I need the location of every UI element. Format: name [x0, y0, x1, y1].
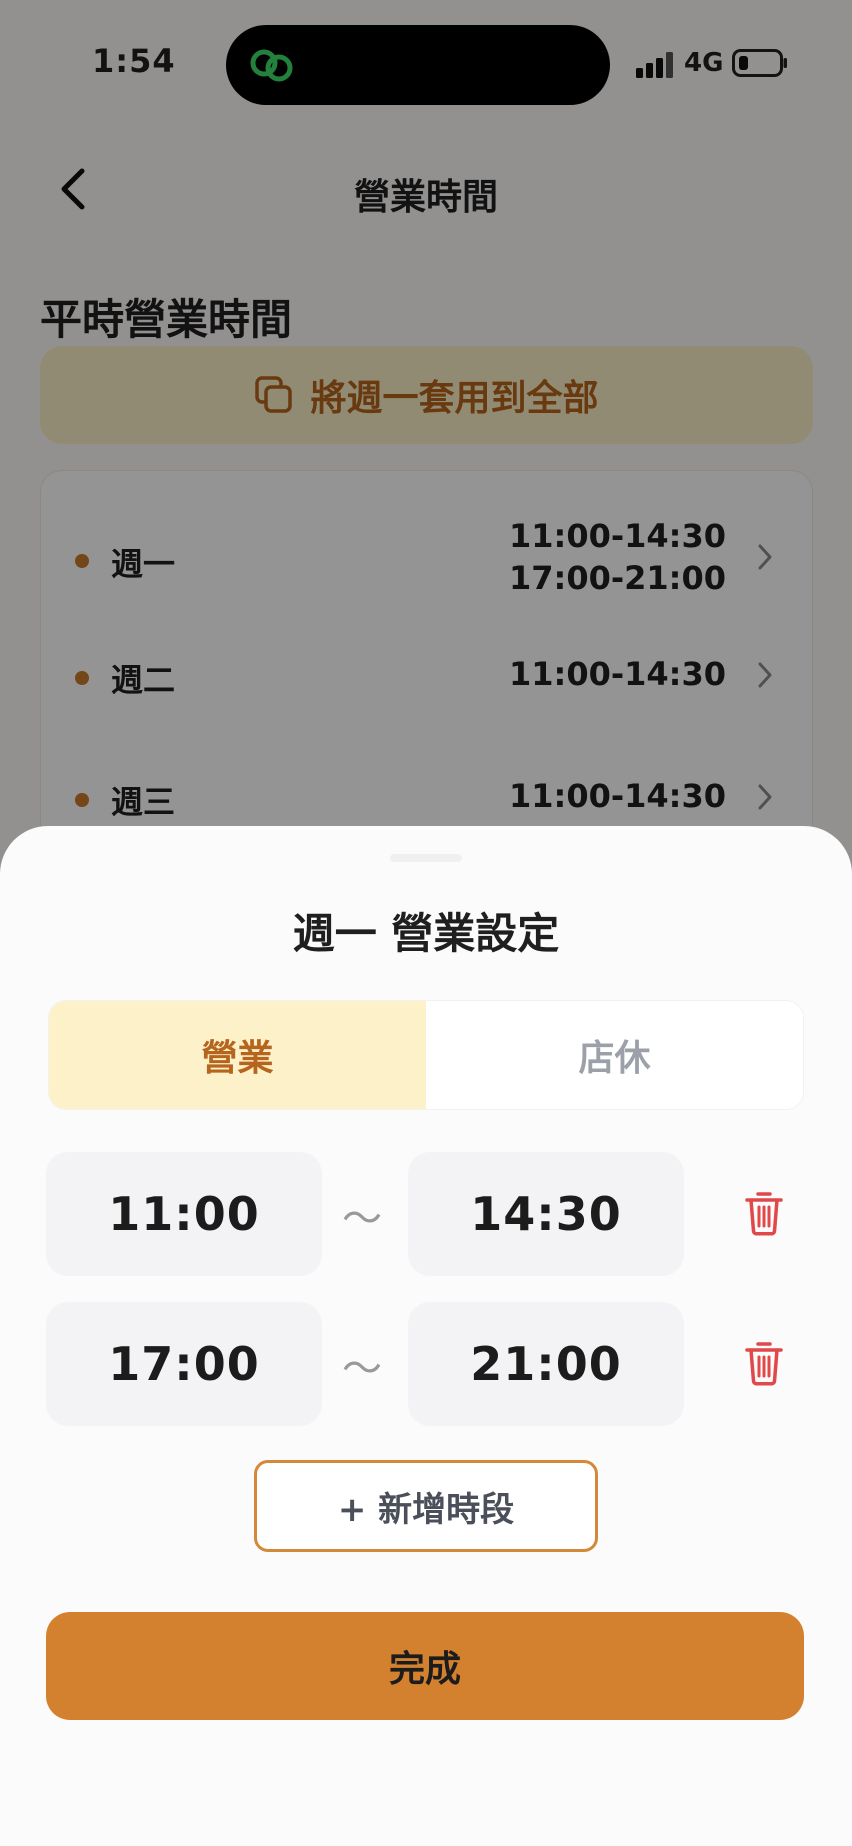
time-slot-row: 17:00 ～ 21:00: [0, 1302, 852, 1426]
segment-closed[interactable]: 店休: [426, 1001, 803, 1109]
start-time-picker[interactable]: 17:00: [46, 1302, 322, 1426]
screen: 1:54 4G 營業時間 平時營業時間 將週一套用到全部 週一 11:00-14…: [0, 0, 852, 1846]
trash-icon[interactable]: [744, 1190, 784, 1236]
sheet-handle[interactable]: [390, 854, 462, 862]
segment-open[interactable]: 營業: [49, 1001, 426, 1109]
start-time-picker[interactable]: 11:00: [46, 1152, 322, 1276]
trash-icon[interactable]: [744, 1340, 784, 1386]
add-time-slot-button[interactable]: + 新增時段: [254, 1460, 598, 1552]
sheet-title: 週一 營業設定: [292, 909, 560, 958]
time-slot-row: 11:00 ～ 14:30: [0, 1152, 852, 1276]
done-button[interactable]: 完成: [46, 1612, 804, 1720]
end-time-picker[interactable]: 14:30: [408, 1152, 684, 1276]
time-separator: ～: [342, 1196, 382, 1242]
status-segmented-control: 營業 店休: [48, 1000, 804, 1110]
end-time-picker[interactable]: 21:00: [408, 1302, 684, 1426]
bottom-sheet: 週一 營業設定 營業 店休 11:00 ～ 14:30 17:00 ～ 21:0…: [0, 826, 852, 1846]
time-separator: ～: [342, 1346, 382, 1392]
